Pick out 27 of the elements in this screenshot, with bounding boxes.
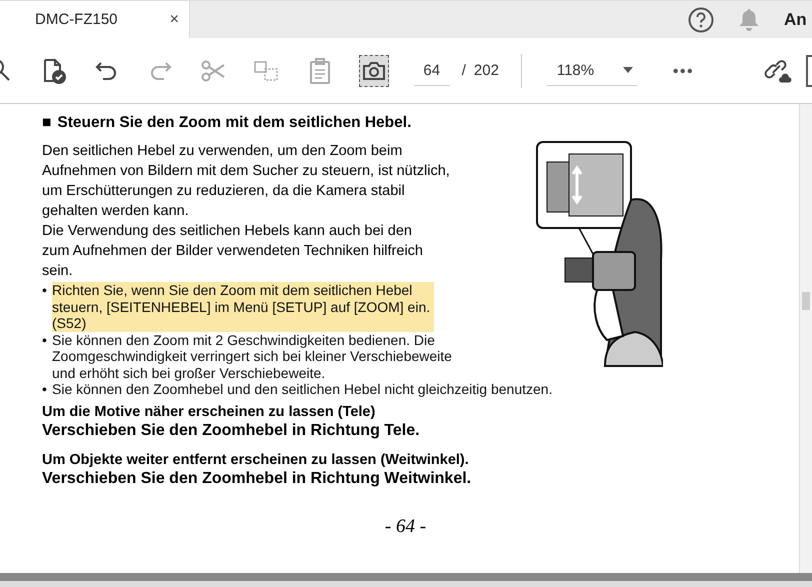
more-icon[interactable] (672, 68, 692, 74)
zoom-dropdown[interactable]: 118% (546, 56, 637, 86)
scrollbar-thumb[interactable] (802, 292, 810, 310)
bullet-marker: • (42, 332, 48, 350)
bullet-marker: • (42, 381, 48, 398)
caret-icon[interactable] (622, 67, 633, 73)
page-separator: / (462, 62, 466, 79)
snapshot-tool-button[interactable] (358, 54, 389, 86)
note-text: Sie können den Zoom mit 2 Geschwindigkeiten bedienen. Die Zoomgeschwindigkeit verringert sich bei kleiner Verschiebeweite und erhöht sich bei großer Verschiebeweite. (52, 332, 452, 381)
highlighted-note: Richten Sie, wenn Sie den Zoom mit dem seitlichen Hebel steuern, [SEITENHEBEL] im Menü [SETUP] auf [ZOOM] ein. (S52) (52, 282, 434, 332)
help-icon[interactable] (688, 6, 714, 32)
instruction-action: Verschieben Sie den Zoomhebel in Richtung Tele. (42, 422, 420, 440)
section-heading: Steuern Sie den Zoom mit dem seitlichen Hebel. (57, 114, 412, 132)
user-name[interactable]: An (784, 10, 812, 30)
close-button[interactable]: × (170, 10, 179, 28)
instruction-condition: Um Objekte weiter entfernt erscheinen zu lassen (Weitwinkel). (42, 452, 469, 468)
page-total: 202 (474, 62, 499, 79)
heading-marker: ■ (42, 114, 52, 132)
instruction-action: Verschieben Sie den Zoomhebel in Richtung Weitwinkel. (42, 470, 472, 488)
bullet-marker: • (42, 282, 48, 300)
document-tab[interactable]: DMC-FZ150 × (0, 1, 190, 38)
page-number: - 64 - (384, 516, 426, 536)
instruction-condition: Um die Motive näher erscheinen zu lassen (Tele) (42, 404, 376, 420)
note-text: Sie können den Zoomhebel und den seitlichen Hebel nicht gleichzeitig benutzen. (52, 381, 552, 398)
tab-title: DMC-FZ150 (35, 11, 118, 28)
horizontal-scrollbar[interactable] (0, 573, 812, 587)
intro-paragraph: Den seitlichen Hebel zu verwenden, um den Zoom beim Aufnehmen von Bildern mit dem Sucher zu steuern, ist nützlich, um Erschütterungen zu reduzieren, da die Kamera stabil gehalten werden kann. Die Verwendung des seitlichen Hebels kann auch bei den zum Aufnehmen der Bilder verwendeten Techniken hilfreich sein. (42, 142, 450, 281)
